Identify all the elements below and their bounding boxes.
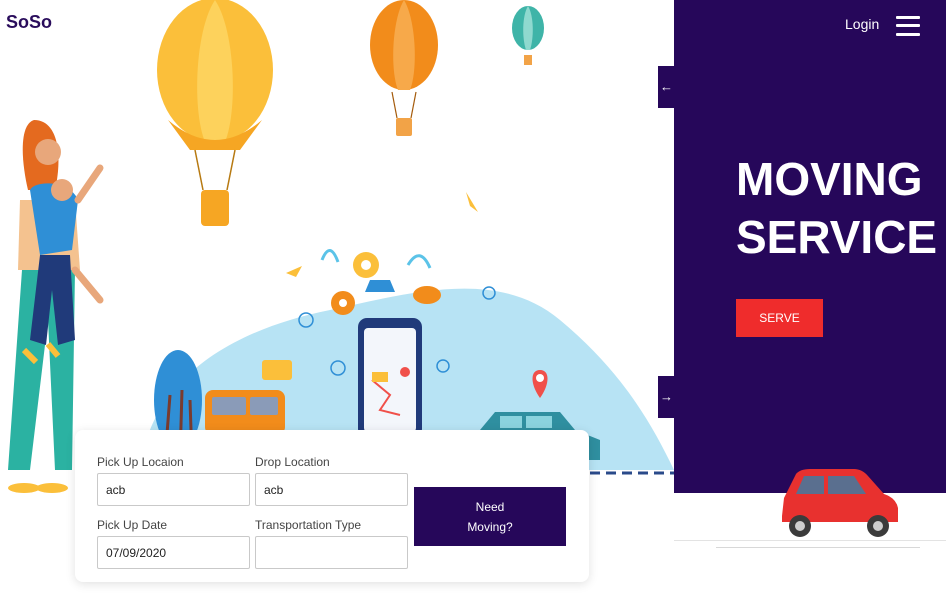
smartphone-icon [358,318,422,438]
arrow-left-icon[interactable]: ← [658,66,675,108]
need-moving-button[interactable]: Need Moving? [414,487,566,546]
paper-plane-small-icon [286,266,302,277]
van-icon [205,390,285,435]
menu-icon[interactable] [896,14,920,38]
booking-form: Pick Up Locaion Drop Location Pick Up Da… [75,430,589,582]
chat-bubble-icon [262,360,292,380]
arrow-right-icon[interactable]: → [658,376,675,418]
pickup-location-input[interactable] [97,473,250,506]
balloon-yellow-icon [157,0,273,226]
small-pin-icon [400,367,410,377]
hero-title: MOVING SERVICE [736,150,938,266]
pickup-date-input[interactable] [97,536,250,569]
brand-logo[interactable]: SoSo [6,12,52,33]
hero-title-line2: SERVICE [736,211,938,263]
login-link[interactable]: Login [845,16,879,32]
hero-title-line1: MOVING [736,153,923,205]
need-moving-line2: Moving? [467,519,513,534]
red-car-icon [782,469,898,537]
drop-location-label: Drop Location [255,455,330,469]
drop-location-input[interactable] [255,473,408,506]
paper-plane-icon [466,192,478,212]
balloon-orange-icon [370,0,438,136]
need-moving-line1: Need [475,499,505,514]
road-line [674,540,946,541]
road-line-secondary [716,547,920,548]
transportation-type-input[interactable] [255,536,408,569]
pickup-date-label: Pick Up Date [97,518,168,532]
serve-button[interactable]: SERVE [736,299,823,337]
pickup-location-label: Pick Up Locaion [97,455,184,469]
transportation-type-label: Transportation Type [255,518,362,532]
balloon-teal-icon [512,6,544,65]
